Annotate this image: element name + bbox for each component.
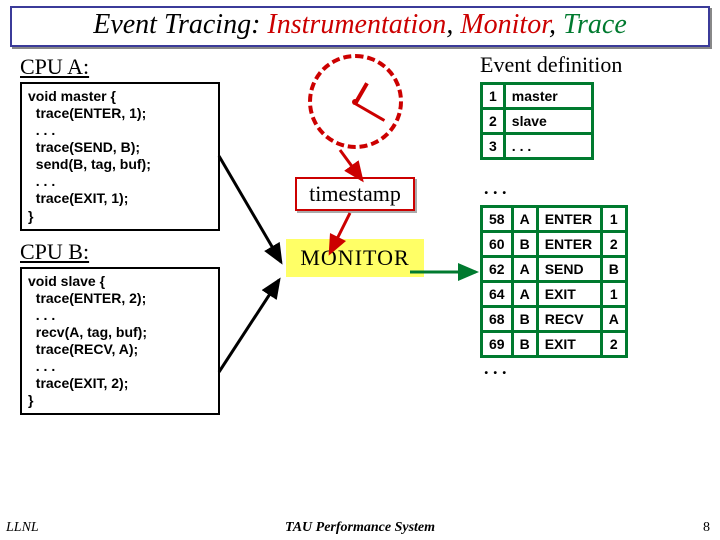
log-arg: 1	[601, 207, 626, 232]
log-time: 62	[482, 257, 513, 282]
right-column: Event definition 1master 2slave 3. . . .…	[480, 52, 706, 385]
title-sep-2: ,	[549, 9, 563, 40]
timestamp-label: timestamp	[295, 177, 415, 211]
def-id: 1	[482, 84, 505, 109]
log-event: ENTER	[537, 207, 601, 232]
title-part-1: Event Tracing:	[93, 9, 260, 40]
log-time: 60	[482, 232, 513, 257]
def-id: 2	[482, 109, 505, 134]
table-row: 68BRECVA	[482, 307, 627, 332]
table-row: 3. . .	[482, 134, 593, 159]
log-event: ENTER	[537, 232, 601, 257]
clock-center-dot	[352, 99, 358, 105]
def-name: slave	[504, 109, 592, 134]
footer-page-number: 8	[703, 520, 710, 536]
log-arg: B	[601, 257, 626, 282]
log-arg: 1	[601, 282, 626, 307]
table-row: 58AENTER1	[482, 207, 627, 232]
event-definition-title: Event definition	[480, 52, 706, 78]
title-part-3: Monitor	[460, 9, 549, 40]
log-arg: 2	[601, 232, 626, 257]
table-row: 60BENTER2	[482, 232, 627, 257]
table-row: 69BEXIT2	[482, 332, 627, 357]
clock-face	[308, 54, 403, 149]
def-name: . . .	[504, 134, 592, 159]
cpu-a-label: CPU A:	[20, 54, 230, 80]
def-id: 3	[482, 134, 505, 159]
log-arg: A	[601, 307, 626, 332]
log-event: EXIT	[537, 282, 601, 307]
event-definition-table: 1master 2slave 3. . .	[480, 82, 594, 160]
log-arg: 2	[601, 332, 626, 357]
clock-minute-hand	[354, 102, 385, 122]
log-cpu: A	[512, 207, 537, 232]
title-part-4: Trace	[563, 9, 627, 40]
table-row: 62ASENDB	[482, 257, 627, 282]
log-cpu: B	[512, 232, 537, 257]
log-time: 58	[482, 207, 513, 232]
table-row: 64AEXIT1	[482, 282, 627, 307]
cpu-b-code: void slave { trace(ENTER, 2); . . . recv…	[20, 267, 220, 416]
log-cpu: A	[512, 257, 537, 282]
left-column: CPU A: void master { trace(ENTER, 1); . …	[20, 52, 230, 423]
trace-ellipsis-bottom: . . .	[480, 358, 706, 385]
log-event: RECV	[537, 307, 601, 332]
log-time: 68	[482, 307, 513, 332]
content-area: CPU A: void master { trace(ENTER, 1); . …	[10, 52, 710, 518]
center-column: timestamp MONITOR	[255, 52, 455, 277]
table-row: 2slave	[482, 109, 593, 134]
monitor-label: MONITOR	[286, 239, 423, 277]
log-event: EXIT	[537, 332, 601, 357]
title-sep-1: ,	[446, 9, 460, 40]
cpu-a-code: void master { trace(ENTER, 1); . . . tra…	[20, 82, 220, 231]
log-time: 64	[482, 282, 513, 307]
trace-log-table: 58AENTER1 60BENTER2 62ASENDB 64AEXIT1 68…	[480, 205, 628, 358]
log-cpu: A	[512, 282, 537, 307]
slide: Event Tracing: Instrumentation, Monitor,…	[0, 0, 720, 540]
footer-center: TAU Performance System	[0, 520, 720, 536]
title-part-2: Instrumentation	[267, 9, 446, 40]
clock-icon	[308, 54, 403, 149]
table-row: 1master	[482, 84, 593, 109]
def-name: master	[504, 84, 592, 109]
log-event: SEND	[537, 257, 601, 282]
slide-title: Event Tracing: Instrumentation, Monitor,…	[10, 6, 710, 47]
log-cpu: B	[512, 307, 537, 332]
trace-ellipsis-top: . . .	[480, 178, 706, 205]
log-cpu: B	[512, 332, 537, 357]
log-time: 69	[482, 332, 513, 357]
cpu-b-label: CPU B:	[20, 239, 230, 265]
